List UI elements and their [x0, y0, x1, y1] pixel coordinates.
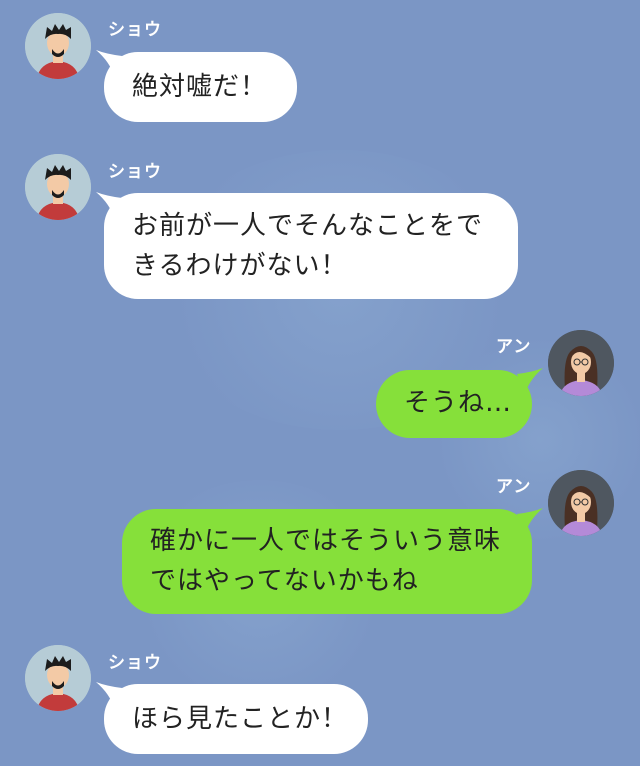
message-text: ほら見たことか！ — [132, 704, 349, 734]
male-avatar-icon[interactable] — [25, 154, 91, 220]
sender-name: アン — [496, 477, 532, 497]
message-bubble[interactable]: お前が一人でそんなことをで きるわけがない！ — [104, 193, 518, 299]
message-text: きるわけがない！ — [132, 251, 348, 281]
female-avatar-icon[interactable] — [548, 330, 614, 396]
sender-name: ショウ — [108, 20, 162, 40]
message-bubble[interactable]: 確かに一人ではそういう意味 ではやってないかもね — [122, 509, 532, 614]
message-bubble[interactable]: 絶対嘘だ！ — [104, 52, 297, 122]
message-bubble[interactable]: そうね… — [376, 370, 532, 438]
message-text: そうね… — [404, 388, 513, 418]
sender-name: ショウ — [108, 162, 162, 182]
message-text: ではやってないかもね — [150, 566, 419, 596]
message-bubble[interactable]: ほら見たことか！ — [104, 684, 368, 754]
message-text: 確かに一人ではそういう意味 — [150, 526, 502, 556]
male-avatar-icon[interactable] — [25, 13, 91, 79]
sender-name: アン — [496, 337, 532, 357]
male-avatar-icon[interactable] — [25, 645, 91, 711]
female-avatar-icon[interactable] — [548, 470, 614, 536]
message-text: お前が一人でそんなことをで — [132, 211, 484, 241]
sender-name: ショウ — [108, 653, 162, 673]
message-text: 絶対嘘だ！ — [132, 72, 268, 102]
